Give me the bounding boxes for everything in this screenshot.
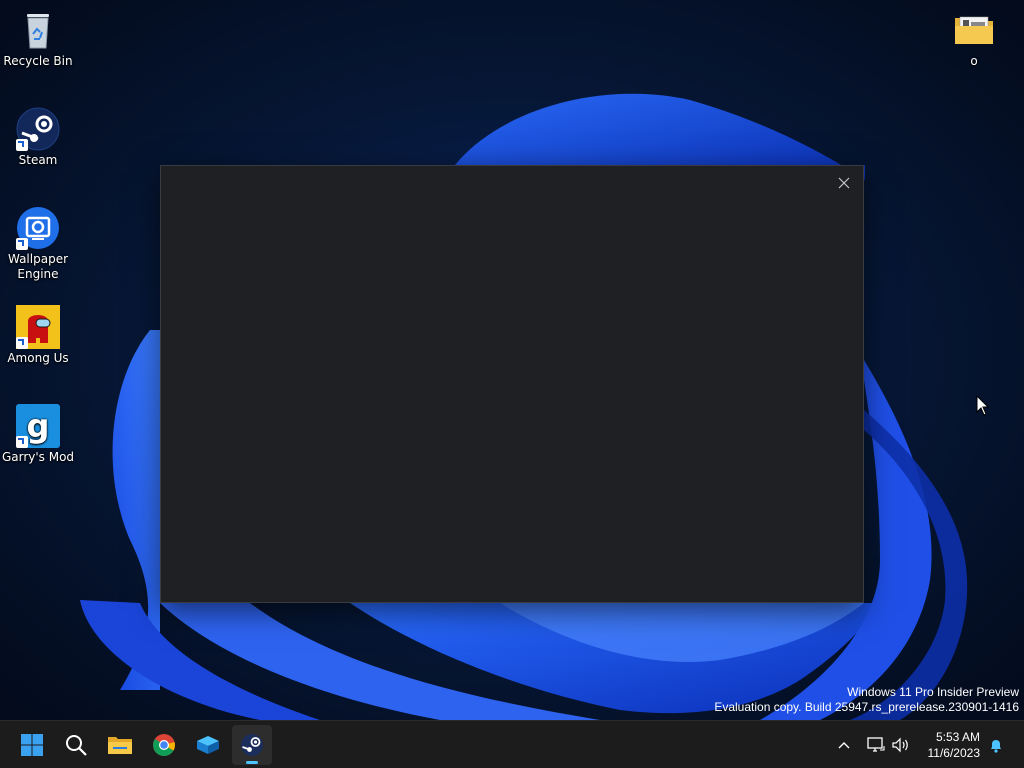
watermark-line-2: Evaluation copy. Build 25947.rs_prerelea… — [714, 700, 1019, 714]
desktop-icon-garrys-mod[interactable]: g Garry's Mod — [0, 404, 76, 465]
desktop-icon-among-us[interactable]: Among Us — [0, 305, 76, 366]
network-icon — [867, 737, 885, 752]
desktop-icon-label: Wallpaper Engine — [7, 252, 69, 281]
desktop-icon-label: Steam — [18, 153, 58, 167]
chrome-button[interactable] — [144, 725, 184, 765]
among-us-icon — [16, 305, 60, 349]
start-button[interactable] — [12, 725, 52, 765]
mouse-cursor-icon — [976, 394, 990, 421]
shortcut-arrow-icon — [16, 139, 28, 151]
desktop-icon-label: Recycle Bin — [3, 54, 73, 68]
chrome-icon — [153, 734, 175, 756]
desktop-icon-folder-o[interactable]: o — [936, 8, 1012, 69]
folder-icon — [952, 8, 996, 52]
watermark-line-1: Windows 11 Pro Insider Preview — [847, 685, 1019, 699]
active-app-indicator — [246, 761, 258, 764]
desktop-icon-wallpaper-engine[interactable]: Wallpaper Engine — [0, 206, 76, 282]
desktop-icon-label: o — [970, 54, 978, 68]
file-explorer-icon — [108, 737, 132, 754]
show-hidden-icons-button[interactable] — [836, 733, 852, 757]
clock-time: 5:53 AM — [935, 730, 980, 744]
network-button[interactable] — [866, 733, 886, 757]
clock-date: 11/6/2023 — [927, 746, 981, 760]
virtualbox-button[interactable] — [188, 725, 228, 765]
desktop-icon-steam[interactable]: Steam — [0, 107, 76, 168]
close-icon — [838, 177, 850, 189]
wallpaper-engine-icon — [16, 206, 60, 250]
shortcut-arrow-icon — [16, 337, 28, 349]
file-explorer-button[interactable] — [100, 725, 140, 765]
chevron-up-icon — [838, 742, 850, 749]
windows-evaluation-watermark: Windows 11 Pro Insider Preview Evaluatio… — [714, 685, 1019, 715]
bell-icon — [991, 740, 1001, 753]
desktop-icon-label: Garry's Mod — [1, 450, 75, 464]
volume-button[interactable] — [890, 733, 912, 757]
blank-dialog-window[interactable] — [160, 165, 864, 603]
speaker-icon — [892, 737, 908, 753]
steam-taskbar-button[interactable] — [232, 725, 272, 765]
taskbar: 5:53 AM 11/6/2023 — [0, 720, 1024, 768]
windows-start-icon — [21, 734, 43, 756]
close-button[interactable] — [833, 172, 855, 194]
steam-icon — [16, 107, 60, 151]
taskbar-clock[interactable]: 5:53 AM 11/6/2023 — [928, 729, 981, 761]
shortcut-arrow-icon — [16, 238, 28, 250]
recycle-bin-icon — [16, 8, 60, 52]
notifications-button[interactable] — [986, 733, 1006, 757]
desktop-icon-label: Among Us — [7, 351, 69, 365]
svg-text:g: g — [27, 407, 50, 445]
garrys-mod-icon: g — [16, 404, 60, 448]
desktop-icon-recycle-bin[interactable]: Recycle Bin — [0, 8, 76, 69]
steam-icon — [241, 734, 263, 756]
search-button[interactable] — [56, 725, 96, 765]
virtualbox-icon — [197, 736, 219, 754]
shortcut-arrow-icon — [16, 436, 28, 448]
search-icon — [66, 735, 87, 756]
